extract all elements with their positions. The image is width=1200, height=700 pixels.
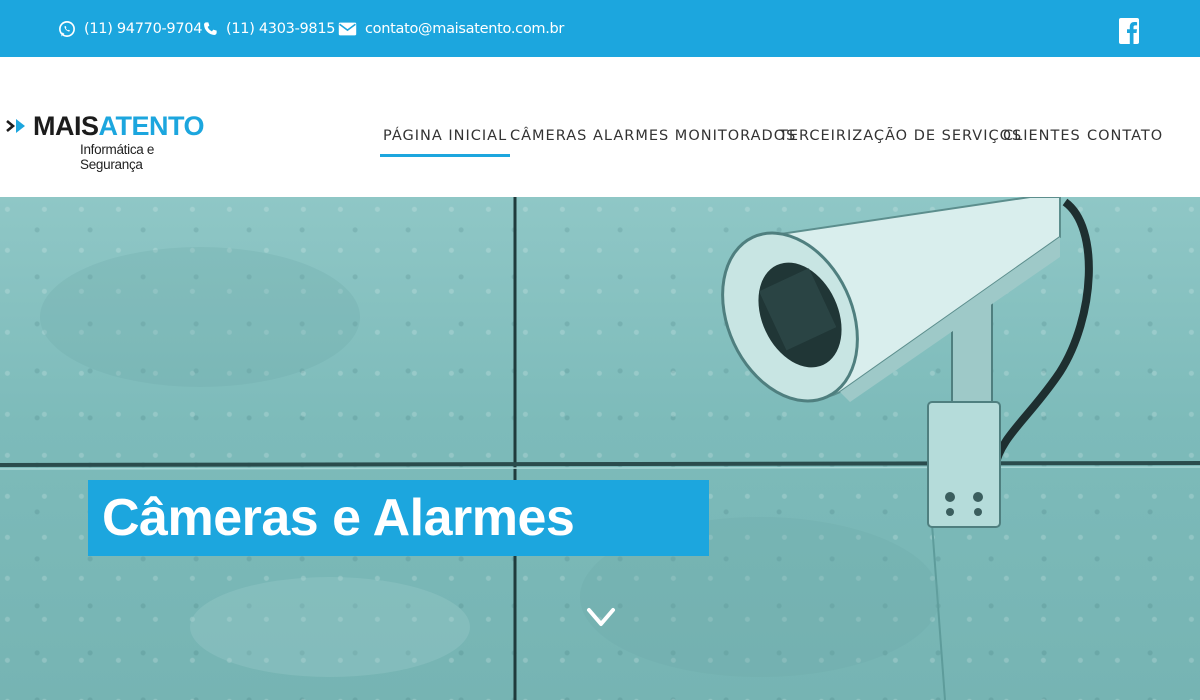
phone-contact[interactable]: (11) 4303-9815 (202, 0, 336, 57)
whatsapp-contact[interactable]: (11) 94770-9704 (58, 0, 202, 57)
nav-item-alarmes-monitorados[interactable]: ALARMES MONITORADOS (593, 125, 796, 147)
email-address[interactable]: contato@maisatento.com.br (365, 21, 564, 37)
nav-item-clientes[interactable]: CLIENTES (1003, 125, 1081, 147)
facebook-link[interactable] (1119, 18, 1139, 44)
hero-title: Câmeras e Alarmes (102, 489, 575, 547)
contact-bar: (11) 94770-9704 (11) 4303-9815 contato@m… (0, 0, 1200, 57)
phone-number[interactable]: (11) 4303-9815 (226, 21, 336, 37)
nav-item-cameras[interactable]: CÂMERAS (510, 125, 587, 147)
nav-item-terceirizacao[interactable]: TERCEIRIZAÇÃO DE SERVIÇOS (779, 125, 1022, 147)
site-header: MAISATENTO Informática e Segurança PÁGIN… (0, 57, 1200, 197)
nav-item-pagina-inicial[interactable]: PÁGINA INICIAL (379, 125, 511, 157)
hero-banner: Câmeras e Alarmes (0, 197, 1200, 700)
hero-title-banner: Câmeras e Alarmes (88, 480, 709, 556)
envelope-icon (338, 22, 357, 35)
phone-icon (204, 21, 217, 35)
nav-item-contato[interactable]: CONTATO (1087, 125, 1163, 147)
chevron-down-icon[interactable] (586, 607, 616, 629)
main-nav: PÁGINA INICIAL CÂMERAS ALARMES MONITORAD… (0, 125, 1200, 157)
whatsapp-icon (59, 20, 75, 37)
whatsapp-number[interactable]: (11) 94770-9704 (84, 21, 202, 37)
facebook-icon (1119, 18, 1139, 44)
email-contact[interactable]: contato@maisatento.com.br (338, 0, 564, 57)
